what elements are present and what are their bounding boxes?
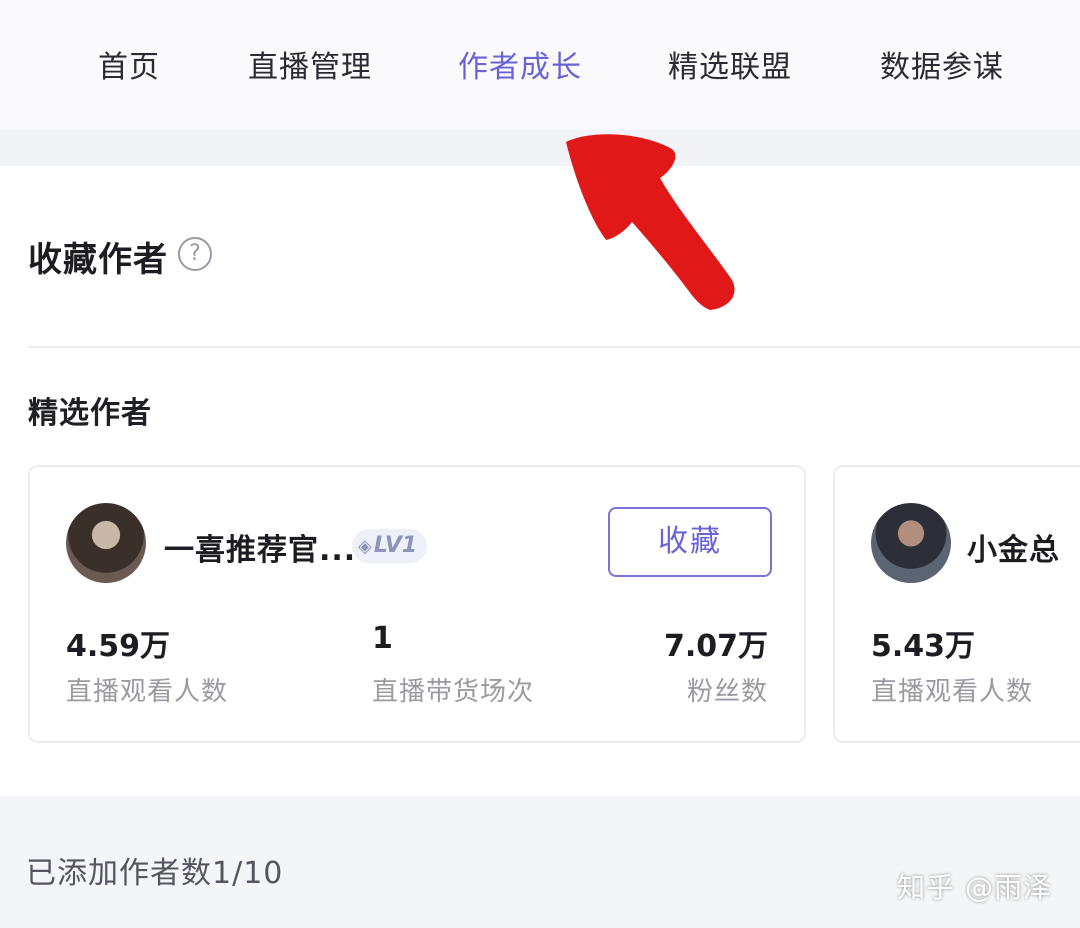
author-card[interactable]: 小金总 5.43万 直播观看人数 — [833, 465, 1080, 743]
tab-home[interactable]: 首页 — [98, 42, 160, 86]
stat-value: 7.07万 — [663, 629, 768, 664]
stat-value: 5.43万 — [871, 629, 976, 664]
tab-author-growth[interactable]: 作者成长 — [458, 42, 582, 86]
section-title: 收藏作者 — [28, 240, 168, 280]
level-badge: ◈LV1 — [352, 529, 428, 563]
stat-value: 4.59万 — [66, 629, 171, 664]
stat-value: 1 — [372, 621, 393, 656]
nav-gap — [0, 130, 1080, 166]
tab-selected-alliance[interactable]: 精选联盟 — [668, 42, 792, 86]
avatar[interactable] — [871, 503, 951, 583]
stat-label: 直播观看人数 — [66, 677, 229, 707]
divider — [28, 346, 1080, 348]
added-author-count: 已添加作者数1/10 — [26, 856, 284, 891]
author-card[interactable]: 一喜推荐官... ◈LV1 收藏 4.59万 直播观看人数 1 直播带货场次 7… — [28, 465, 806, 743]
tab-data-advisor[interactable]: 数据参谋 — [880, 42, 1004, 86]
watermark: 知乎 @雨泽 — [897, 871, 1052, 904]
red-arrow-annotation — [566, 134, 735, 310]
author-name[interactable]: 一喜推荐官... — [164, 525, 356, 569]
help-icon[interactable]: ? — [178, 237, 212, 271]
level-text: LV1 — [373, 533, 418, 558]
stat-label: 直播观看人数 — [871, 677, 1034, 707]
stat-label: 粉丝数 — [686, 677, 768, 707]
page: 首页 直播管理 作者成长 精选联盟 数据参谋 收藏作者 ? 精选作者 一喜推荐官… — [0, 0, 1080, 928]
author-name[interactable]: 小金总 — [967, 525, 1060, 569]
tab-live-management[interactable]: 直播管理 — [248, 42, 372, 86]
stat-label: 直播带货场次 — [372, 677, 535, 707]
favorite-button[interactable]: 收藏 — [608, 507, 772, 577]
avatar[interactable] — [66, 503, 146, 583]
diamond-icon: ◈ — [358, 536, 372, 557]
subsection-title: 精选作者 — [28, 396, 152, 431]
top-nav: 首页 直播管理 作者成长 精选联盟 数据参谋 — [0, 0, 1080, 130]
